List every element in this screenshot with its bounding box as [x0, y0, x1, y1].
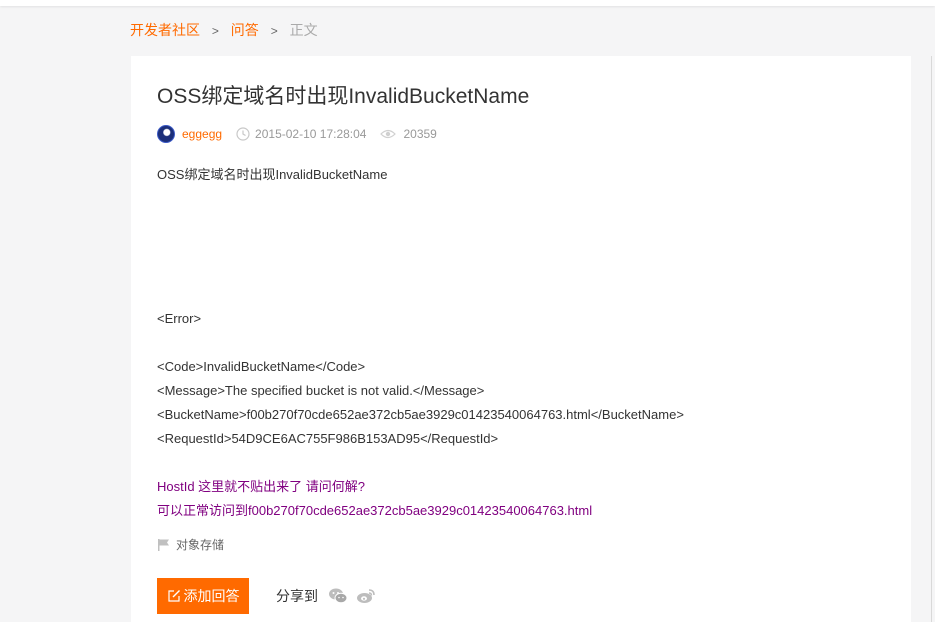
page-title: OSS绑定域名时出现InvalidBucketName	[157, 85, 530, 108]
tag-link[interactable]: 对象存储	[157, 536, 224, 553]
breadcrumb-qa-link[interactable]: 问答	[231, 22, 259, 38]
breadcrumb: 开发者社区 > 问答 > 正文	[130, 21, 318, 40]
clock-icon	[236, 127, 250, 141]
wechat-icon[interactable]	[328, 587, 348, 605]
question-card: OSS绑定域名时出现InvalidBucketName eggegg 2015-…	[131, 56, 911, 622]
share-label: 分享到	[276, 588, 318, 604]
post-meta: eggegg 2015-02-10 17:28:04 20359	[157, 124, 437, 144]
add-answer-label: 添加回答	[183, 588, 240, 604]
weibo-icon[interactable]	[356, 587, 376, 605]
breadcrumb-current: 正文	[289, 22, 318, 38]
view-count: 20359	[403, 127, 437, 141]
post-date: 2015-02-10 17:28:04	[255, 127, 367, 141]
edit-icon	[167, 590, 180, 602]
breadcrumb-separator: >	[270, 24, 278, 38]
content-line: <BucketName>f00b270f70cde652ae372cb5ae39…	[157, 407, 684, 422]
author-link[interactable]: eggegg	[182, 127, 222, 141]
content-line: <Error>	[157, 311, 202, 326]
content-line: <Code>InvalidBucketName</Code>	[157, 359, 366, 374]
add-answer-button[interactable]: 添加回答	[157, 578, 249, 614]
tag-label: 对象存储	[176, 538, 225, 552]
page-scroll-edge	[931, 56, 932, 622]
avatar[interactable]	[157, 125, 175, 143]
eye-icon	[380, 129, 397, 139]
content-line: <Message>The specified bucket is not val…	[157, 383, 485, 398]
content-line: OSS绑定域名时出现InvalidBucketName	[157, 167, 388, 182]
content-line: 可以正常访问到f00b270f70cde652ae372cb5ae3929c01…	[157, 503, 593, 518]
top-bar	[0, 0, 935, 6]
share-bar: 分享到	[276, 586, 384, 606]
content-line: <RequestId>54D9CE6AC755F986B153AD95</Req…	[157, 431, 499, 446]
content-line: HostId 这里就不贴出来了 请问何解?	[157, 479, 366, 494]
breadcrumb-separator: >	[211, 24, 219, 38]
breadcrumb-community-link[interactable]: 开发者社区	[130, 22, 200, 38]
flag-icon	[158, 538, 169, 551]
